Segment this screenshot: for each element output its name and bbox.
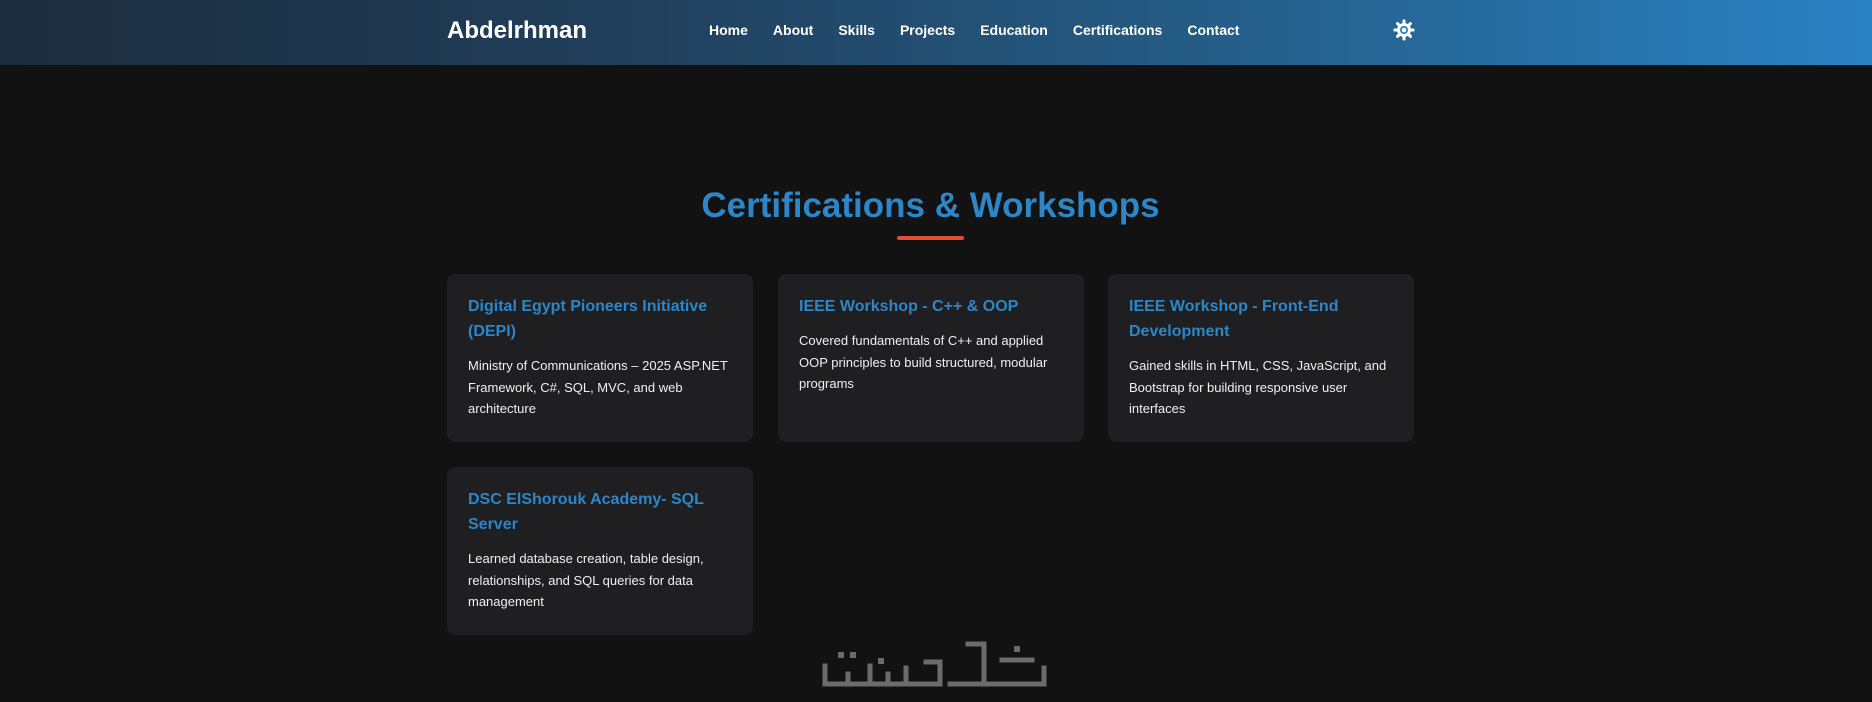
- nav-links: Home About Skills Projects Education Cer…: [709, 20, 1239, 40]
- card-description: Gained skills in HTML, CSS, JavaScript, …: [1129, 358, 1387, 416]
- card-title: Digital Egypt Pioneers Initiative (DEPI): [468, 298, 708, 340]
- card-description: Covered fundamentals of C++ and applied …: [799, 333, 1048, 391]
- certification-card: Digital Egypt Pioneers Initiative (DEPI)…: [447, 274, 753, 442]
- certification-card: IEEE Workshop - C++ & OOP Covered fundam…: [778, 274, 1084, 442]
- brand-logo[interactable]: Abdelrhman: [447, 16, 587, 46]
- nav-projects[interactable]: Projects: [900, 20, 955, 40]
- section-title: Certifications & Workshops: [701, 186, 1160, 225]
- navbar: Abdelrhman Home About Skills Projects Ed…: [0, 0, 1872, 65]
- card-description: Ministry of Communications – 2025 ASP.NE…: [468, 358, 728, 416]
- nav-contact[interactable]: Contact: [1187, 20, 1239, 40]
- card-title: IEEE Workshop - C++ & OOP: [799, 298, 1019, 315]
- nav-education[interactable]: Education: [980, 20, 1048, 40]
- title-underline: [897, 236, 964, 240]
- certification-card: IEEE Workshop - Front-End Development Ga…: [1108, 274, 1414, 442]
- nav-about[interactable]: About: [773, 20, 813, 40]
- card-title: IEEE Workshop - Front-End Development: [1129, 298, 1339, 340]
- card-title: DSC ElShorouk Academy- SQL Server: [468, 491, 704, 533]
- theme-toggle-button[interactable]: [1392, 18, 1416, 42]
- nav-certifications[interactable]: Certifications: [1073, 20, 1162, 40]
- watermark-logo: [822, 638, 1048, 690]
- certification-card: DSC ElShorouk Academy- SQL Server Learne…: [447, 467, 753, 635]
- nav-skills[interactable]: Skills: [838, 20, 875, 40]
- card-description: Learned database creation, table design,…: [468, 551, 704, 609]
- nav-home[interactable]: Home: [709, 20, 748, 40]
- gear-sun-icon: [1393, 19, 1415, 41]
